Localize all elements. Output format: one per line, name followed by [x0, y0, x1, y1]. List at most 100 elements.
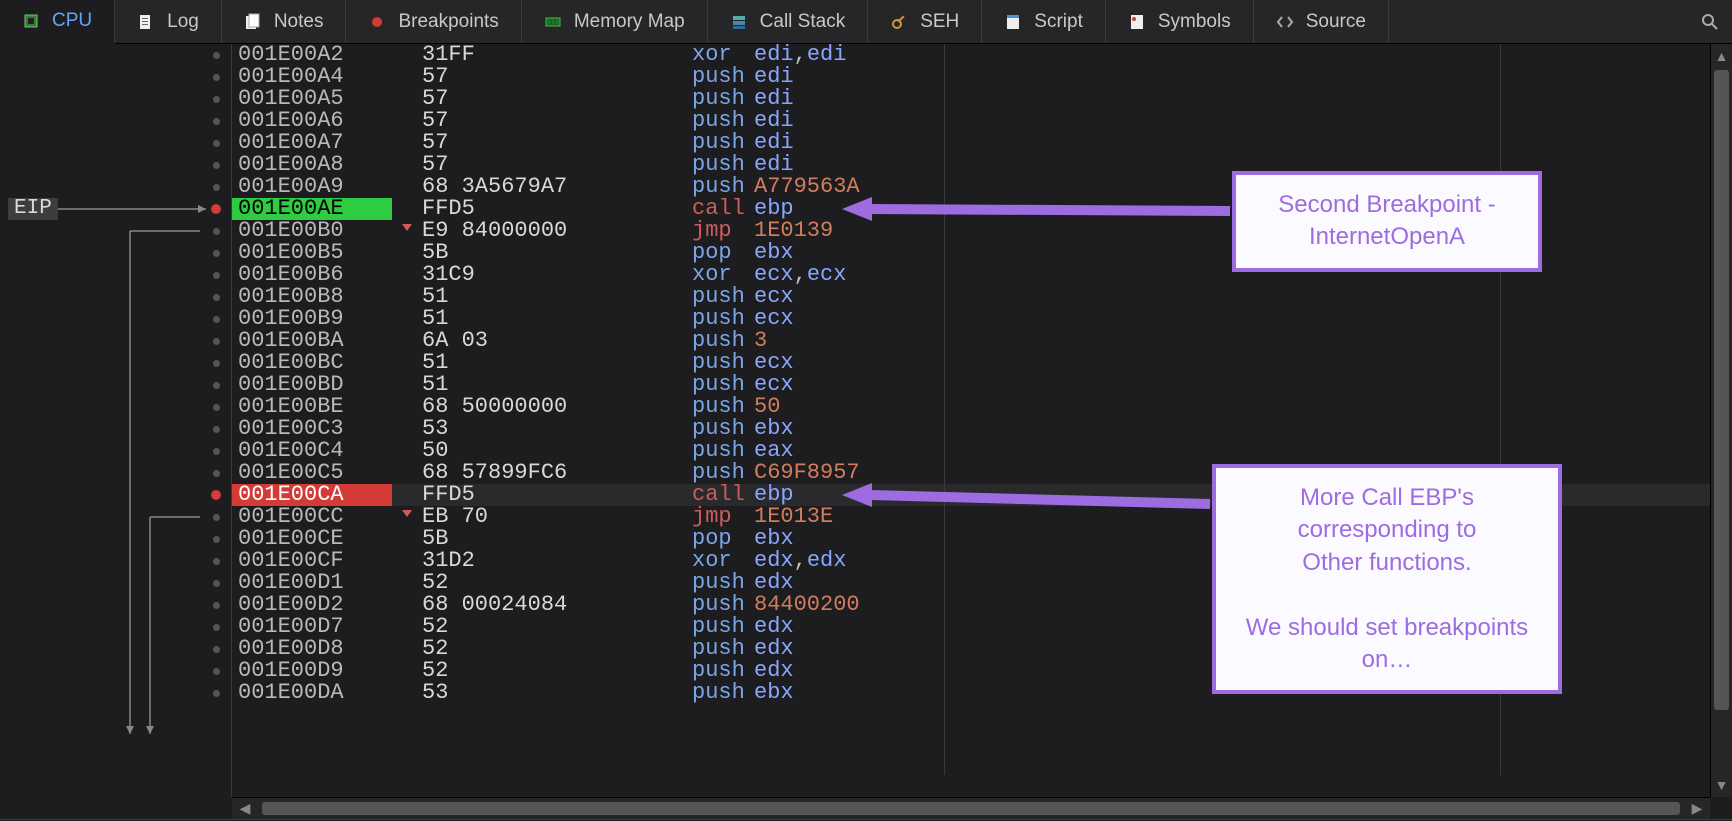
tab-label: Breakpoints: [398, 11, 498, 33]
bytes-cell: FFD5: [392, 198, 692, 220]
row-dot[interactable]: [207, 154, 225, 176]
tab-label: Log: [167, 11, 199, 33]
row-dot[interactable]: [207, 220, 225, 242]
tab-call-stack[interactable]: Call Stack: [708, 0, 869, 43]
tab-memory-map[interactable]: Memory Map: [522, 0, 708, 43]
mnemonic-cell: push: [692, 660, 754, 682]
disasm-row[interactable]: 001E00B951push ecx: [232, 308, 1710, 330]
scroll-thumb[interactable]: [262, 802, 1680, 815]
row-dot[interactable]: [207, 396, 225, 418]
mnemonic-cell: push: [692, 440, 754, 462]
row-dot[interactable]: [207, 506, 225, 528]
address-cell: 001E00B0: [232, 220, 392, 242]
row-dot[interactable]: [207, 286, 225, 308]
address-cell: 001E00A2: [232, 44, 392, 66]
row-dot[interactable]: [207, 682, 225, 704]
address-cell: 001E00A7: [232, 132, 392, 154]
row-dot[interactable]: [207, 66, 225, 88]
disasm-row[interactable]: 001E00A657push edi: [232, 110, 1710, 132]
breakpoint-column[interactable]: [207, 44, 225, 704]
disasm-row[interactable]: 001E00A757push edi: [232, 132, 1710, 154]
column-separator[interactable]: [944, 44, 945, 775]
disasm-row[interactable]: 001E00A557push edi: [232, 88, 1710, 110]
row-dot[interactable]: [207, 374, 225, 396]
address-cell: 001E00BE: [232, 396, 392, 418]
callstack-icon: [730, 13, 748, 31]
address-cell: 001E00A6: [232, 110, 392, 132]
operands-cell: edi,edi: [754, 44, 1710, 66]
breakpoint-dot[interactable]: [207, 484, 225, 506]
bytes-cell: 53: [392, 418, 692, 440]
tab-notes[interactable]: Notes: [222, 0, 347, 43]
row-dot[interactable]: [207, 418, 225, 440]
disasm-row[interactable]: 001E00BE68 50000000push 50: [232, 396, 1710, 418]
mnemonic-cell: call: [692, 198, 754, 220]
row-dot[interactable]: [207, 176, 225, 198]
operands-cell: edi: [754, 66, 1710, 88]
source-icon: [1276, 13, 1294, 31]
tab-breakpoints[interactable]: Breakpoints: [346, 0, 521, 43]
bytes-cell: 68 50000000: [392, 396, 692, 418]
row-dot[interactable]: [207, 616, 225, 638]
mnemonic-cell: jmp: [692, 506, 754, 528]
mnemonic-cell: push: [692, 616, 754, 638]
vertical-scrollbar[interactable]: ▲ ▼: [1710, 44, 1732, 797]
tab-source[interactable]: Source: [1254, 0, 1389, 43]
jump-caret-icon: [402, 510, 412, 517]
row-dot[interactable]: [207, 308, 225, 330]
scroll-right-arrow[interactable]: ▶: [1686, 798, 1708, 819]
disasm-row[interactable]: 001E00A231FFxor edi,edi: [232, 44, 1710, 66]
disasm-row[interactable]: 001E00BD51push ecx: [232, 374, 1710, 396]
jump-caret-icon: [402, 224, 412, 231]
scroll-left-arrow[interactable]: ◀: [234, 798, 256, 819]
row-dot[interactable]: [207, 462, 225, 484]
tab-script[interactable]: Script: [982, 0, 1106, 43]
disasm-row[interactable]: 001E00C450push eax: [232, 440, 1710, 462]
address-cell: 001E00B9: [232, 308, 392, 330]
bytes-cell: 5B: [392, 528, 692, 550]
disasm-row[interactable]: 001E00BA6A 03push 3: [232, 330, 1710, 352]
tab-seh[interactable]: SEH: [868, 0, 982, 43]
row-dot[interactable]: [207, 330, 225, 352]
scroll-thumb[interactable]: [1714, 70, 1729, 710]
address-cell: 001E00DA: [232, 682, 392, 704]
row-dot[interactable]: [207, 572, 225, 594]
disasm-row[interactable]: 001E00B851push ecx: [232, 286, 1710, 308]
disasm-row[interactable]: 001E00A457push edi: [232, 66, 1710, 88]
bytes-cell: 57: [392, 88, 692, 110]
row-dot[interactable]: [207, 242, 225, 264]
disasm-listing[interactable]: 001E00A231FFxor edi,edi001E00A457push ed…: [232, 44, 1710, 797]
row-dot[interactable]: [207, 132, 225, 154]
mnemonic-cell: call: [692, 484, 754, 506]
address-cell: 001E00CE: [232, 528, 392, 550]
bytes-cell: 31D2: [392, 550, 692, 572]
mnemonic-cell: push: [692, 418, 754, 440]
tab-symbols[interactable]: Symbols: [1106, 0, 1254, 43]
mnemonic-cell: push: [692, 374, 754, 396]
row-dot[interactable]: [207, 264, 225, 286]
row-dot[interactable]: [207, 528, 225, 550]
tab-cpu[interactable]: CPU: [0, 0, 115, 44]
row-dot[interactable]: [207, 550, 225, 572]
tab-log[interactable]: Log: [115, 0, 222, 43]
disasm-row[interactable]: 001E00C353push ebx: [232, 418, 1710, 440]
row-dot[interactable]: [207, 44, 225, 66]
horizontal-scrollbar[interactable]: ◀ ▶: [232, 797, 1710, 819]
scroll-up-arrow[interactable]: ▲: [1711, 46, 1732, 66]
breakpoint-dot[interactable]: [207, 198, 225, 220]
row-dot[interactable]: [207, 352, 225, 374]
disasm-row[interactable]: 001E00BC51push ecx: [232, 352, 1710, 374]
row-dot[interactable]: [207, 440, 225, 462]
row-dot[interactable]: [207, 594, 225, 616]
bytes-cell: 51: [392, 286, 692, 308]
row-dot[interactable]: [207, 88, 225, 110]
bytes-cell: 52: [392, 572, 692, 594]
row-dot[interactable]: [207, 638, 225, 660]
mnemonic-cell: push: [692, 352, 754, 374]
tab-label: SEH: [920, 11, 959, 33]
row-dot[interactable]: [207, 660, 225, 682]
row-dot[interactable]: [207, 110, 225, 132]
scroll-down-arrow[interactable]: ▼: [1711, 775, 1732, 795]
address-cell: 001E00AE: [232, 198, 392, 220]
search-icon[interactable]: [1688, 0, 1732, 43]
